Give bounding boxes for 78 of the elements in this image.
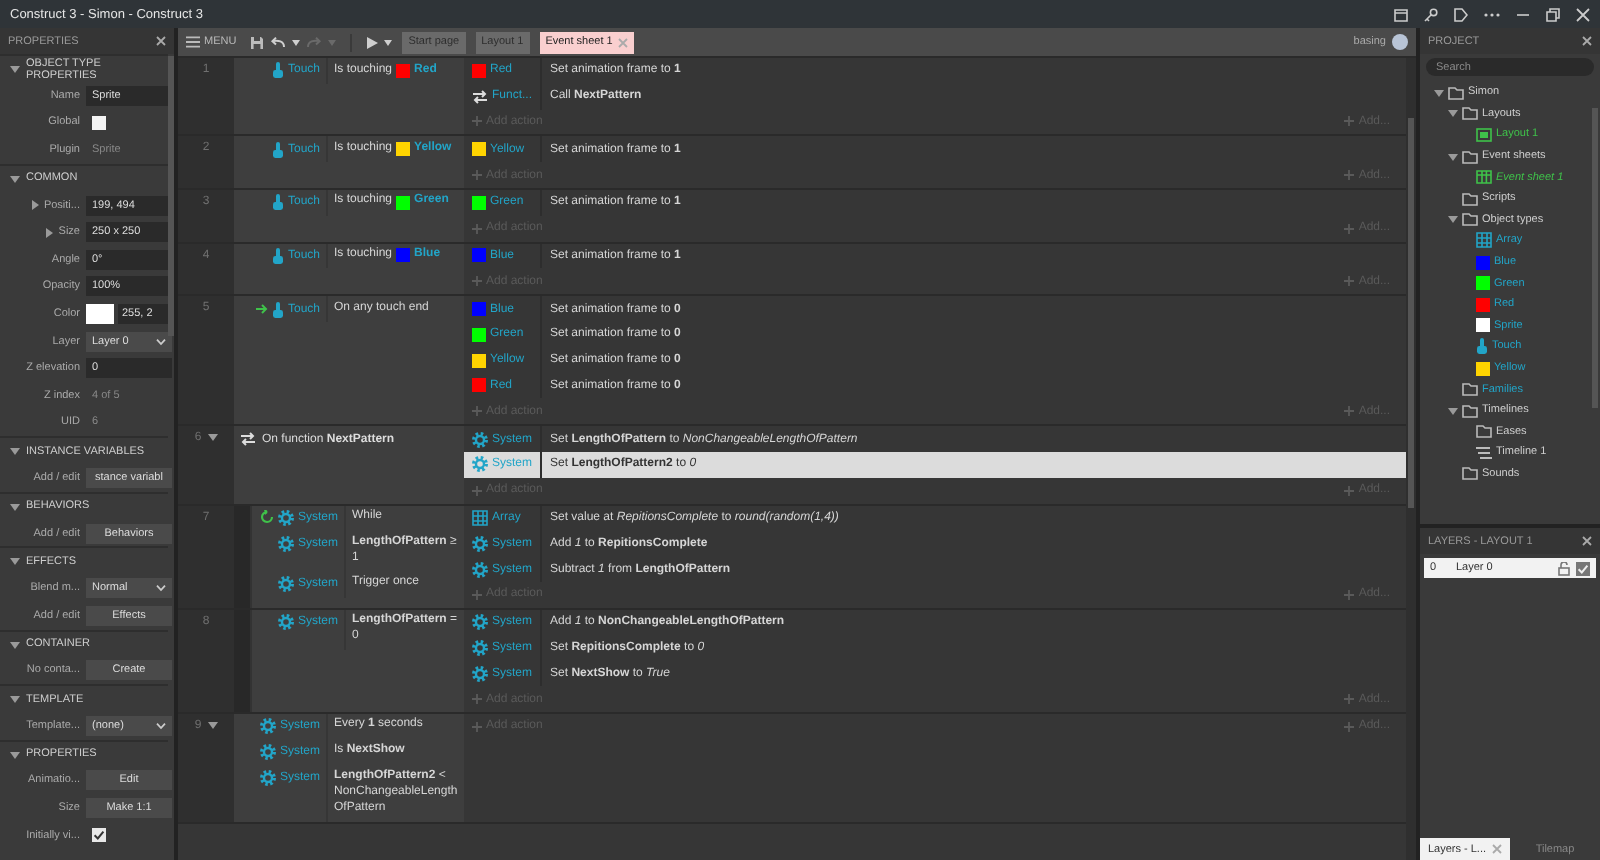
disclosure-triangle-icon[interactable]	[44, 227, 55, 238]
plus-icon	[472, 223, 482, 234]
hand-icon	[271, 247, 284, 264]
disclosure-triangle-icon[interactable]	[10, 749, 20, 760]
grid-icon	[472, 509, 488, 526]
sheet-icon	[1476, 170, 1492, 185]
swap-arrows-icon	[472, 89, 488, 104]
folder-icon	[1462, 466, 1478, 481]
color-swatch[interactable]	[86, 303, 114, 324]
disclosure-triangle-icon[interactable]	[207, 432, 218, 443]
plus-icon	[1344, 406, 1355, 417]
plus-icon	[1344, 116, 1355, 127]
undo-icon[interactable]	[270, 36, 287, 48]
plus-icon	[1344, 276, 1355, 287]
plus-icon	[472, 485, 482, 496]
caret-icon	[156, 584, 166, 593]
key-icon[interactable]	[1424, 7, 1438, 21]
hand-icon	[271, 62, 284, 79]
hand-icon	[271, 194, 284, 211]
save-icon[interactable]	[250, 35, 265, 49]
plus-icon	[1344, 223, 1355, 234]
gear-icon	[277, 576, 294, 593]
restore-icon[interactable]	[1546, 7, 1560, 21]
close-icon[interactable]	[1582, 536, 1592, 546]
plus-icon	[472, 170, 482, 181]
close-icon[interactable]	[156, 36, 166, 46]
caret-icon	[156, 337, 166, 346]
disclosure-triangle-icon[interactable]	[10, 446, 20, 457]
plus-icon	[1344, 589, 1355, 600]
plus-icon	[1344, 170, 1355, 181]
more-icon[interactable]	[1484, 11, 1500, 17]
window-icon[interactable]	[1394, 7, 1408, 21]
play-icon[interactable]	[366, 35, 379, 49]
plus-icon	[1344, 485, 1355, 496]
disclosure-triangle-icon[interactable]	[1434, 87, 1444, 98]
disclosure-triangle-icon[interactable]	[29, 200, 40, 211]
checkbox[interactable]	[92, 115, 106, 130]
hand-icon	[271, 141, 284, 158]
disclosure-triangle-icon[interactable]	[10, 556, 20, 567]
disclosure-triangle-icon[interactable]	[1448, 214, 1458, 225]
swap-arrows-icon	[240, 432, 256, 447]
plus-icon	[472, 406, 482, 417]
plus-icon	[1344, 694, 1355, 705]
checkbox[interactable]	[92, 828, 106, 843]
plus-icon	[1344, 721, 1355, 732]
document-play-icon[interactable]	[1454, 7, 1468, 21]
plus-icon	[472, 694, 482, 705]
close-icon[interactable]	[1582, 36, 1592, 46]
plus-icon	[472, 721, 482, 732]
hand-icon	[271, 301, 284, 318]
plus-icon	[472, 116, 482, 127]
plus-icon	[472, 589, 482, 600]
scrollbar-thumb[interactable]	[168, 56, 174, 336]
disclosure-triangle-icon[interactable]	[207, 719, 218, 730]
disclosure-triangle-icon[interactable]	[10, 694, 20, 705]
arrow-icon	[255, 304, 268, 315]
padlock-icon[interactable]	[1558, 561, 1570, 575]
disclosure-triangle-icon[interactable]	[10, 639, 20, 649]
disclosure-triangle-icon[interactable]	[1448, 405, 1458, 416]
menu-icon	[186, 36, 200, 48]
layout-icon	[1476, 127, 1492, 142]
disclosure-triangle-icon[interactable]	[10, 501, 20, 512]
disclosure-triangle-icon[interactable]	[1448, 108, 1458, 119]
plus-icon	[472, 276, 482, 287]
disclosure-triangle-icon[interactable]	[10, 64, 20, 74]
caret-icon[interactable]	[384, 39, 393, 45]
disclosure-triangle-icon[interactable]	[1448, 151, 1458, 162]
loop-icon	[259, 510, 274, 525]
hand-icon	[1476, 338, 1488, 355]
grid-icon	[1476, 232, 1492, 249]
gear-icon	[277, 614, 294, 631]
timeline-icon	[1476, 445, 1492, 460]
caret-icon[interactable]	[292, 39, 301, 45]
caret-icon	[156, 721, 166, 730]
disclosure-triangle-icon[interactable]	[10, 173, 20, 184]
folder-icon	[1462, 149, 1478, 164]
avatar-icon[interactable]	[1392, 34, 1408, 50]
close-icon[interactable]	[1576, 7, 1590, 21]
